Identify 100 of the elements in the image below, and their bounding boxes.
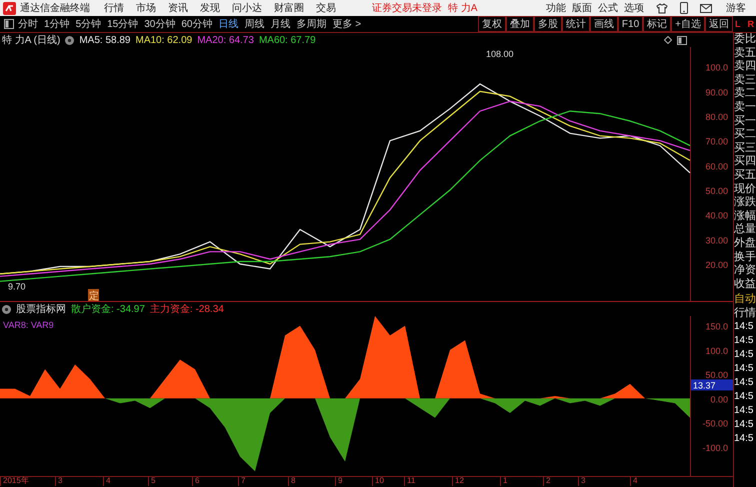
ma-reading: MA60: 67.79	[258, 34, 316, 46]
quote-field-label: 卖一	[734, 100, 756, 115]
quote-field-label: 涨跌	[734, 196, 756, 210]
axis-tick-label: 60.00	[705, 161, 728, 172]
indicator-reading: 散户资金: -34.97	[71, 302, 145, 316]
quote-field-label: 收益	[734, 278, 756, 292]
phone-icon[interactable]	[680, 2, 688, 14]
period-tab[interactable]: 5分钟	[76, 17, 102, 31]
period-tab[interactable]: 多周期	[296, 17, 326, 31]
time-axis-label: 4	[103, 476, 110, 486]
indicator-legend: VAR8: VAR9	[3, 320, 54, 330]
trade-time: 14:5	[734, 362, 754, 376]
low-price-label: 9.70	[8, 281, 26, 292]
axis-tick-label: 40.00	[705, 210, 728, 221]
quote-field-label: 买三	[734, 142, 756, 155]
trade-time: 14:5	[734, 390, 754, 404]
trade-time: 14:5	[734, 334, 754, 348]
menu-item[interactable]: 财富圈	[274, 1, 304, 15]
settings-icon[interactable]	[2, 304, 11, 314]
stock-name: 特 力A	[448, 2, 478, 15]
app-title: 通达信金融终端	[20, 2, 90, 15]
menu-item[interactable]: 发现	[200, 1, 220, 15]
toolbar-button[interactable]: +自选	[671, 16, 705, 32]
menu-item[interactable]: 行情	[104, 1, 124, 15]
chart-title: 特 力A (日线)	[2, 34, 60, 47]
period-tab[interactable]: 30分钟	[144, 17, 176, 31]
quote-field-label: 买五	[734, 168, 756, 183]
axis-tick-label: 150.0	[705, 322, 728, 332]
trade-time: 14:5	[734, 432, 754, 446]
quote-field-label: 换手	[734, 250, 756, 264]
menu-item[interactable]: 交易	[316, 1, 336, 15]
time-axis-label: 2	[543, 476, 550, 486]
quote-field-label: 净资	[734, 264, 756, 278]
toolbar-button[interactable]: 叠加	[506, 16, 534, 32]
mail-icon[interactable]	[700, 4, 712, 12]
axis-tick-label: 100.0	[705, 346, 728, 356]
axis-tick-label: 70.00	[705, 136, 728, 147]
menu-item[interactable]: 选项	[624, 1, 644, 15]
axis-tick-label: 20.00	[705, 260, 728, 270]
indicator-reading: 主力资金: -28.34	[150, 302, 224, 316]
current-value-label: 13.37	[691, 379, 733, 390]
trade-time: 14:5	[734, 404, 754, 418]
period-tab[interactable]: 日线	[218, 17, 238, 31]
menu-item[interactable]: 公式	[598, 1, 618, 15]
period-tab[interactable]: 更多 >	[332, 17, 362, 31]
toolbar-button[interactable]: 画线	[590, 16, 618, 32]
section-label: 行情	[734, 306, 756, 320]
quote-field-label: 买二	[734, 128, 756, 142]
axis-tick-label: 100.0	[705, 62, 728, 73]
axis-tick-label: 0.00	[710, 394, 728, 404]
time-axis-label: 3	[55, 476, 62, 486]
toolbar-button[interactable]: F10	[618, 16, 644, 32]
quote-field-label: 买一	[734, 114, 756, 128]
period-tab[interactable]: 1分钟	[44, 17, 70, 31]
trade-time: 14:5	[734, 418, 754, 432]
axis-tick-label: 50.00	[705, 370, 728, 380]
menu-item[interactable]: 版面	[572, 1, 592, 15]
period-tab[interactable]: 60分钟	[181, 17, 212, 31]
panel-toggle-icon[interactable]	[4, 19, 14, 29]
axis-tick-label: -100.0	[702, 442, 728, 453]
time-axis-label: 11	[404, 476, 416, 486]
window-icon[interactable]	[677, 36, 687, 44]
period-tab[interactable]: 15分钟	[107, 17, 138, 31]
time-axis-label: 12	[452, 476, 464, 486]
corner-left-label: L	[735, 19, 740, 29]
time-axis-label: 3	[578, 476, 586, 486]
quote-field-label: 外盘	[734, 236, 756, 250]
shirt-icon[interactable]	[656, 2, 668, 14]
toolbar-button[interactable]: 统计	[562, 16, 590, 32]
toolbar-button[interactable]: 复权	[478, 16, 506, 32]
period-tab[interactable]: 月线	[270, 17, 290, 31]
indicator-name: 股票指标网	[16, 302, 66, 316]
login-notice[interactable]: 证券交易未登录	[372, 1, 442, 15]
trade-time: 14:5	[734, 320, 754, 334]
menu-item[interactable]: 资讯	[168, 1, 188, 15]
marker-badge[interactable]: 定	[88, 289, 99, 301]
time-axis-label: 8	[288, 476, 296, 486]
diamond-icon[interactable]	[664, 36, 672, 44]
quote-field-label: 委比	[734, 33, 756, 47]
period-tab[interactable]: 分时	[18, 17, 38, 31]
axis-tick-label: 50.00	[705, 186, 728, 196]
toolbar-button[interactable]: 标记	[643, 16, 672, 32]
menu-item[interactable]: 问小达	[232, 1, 262, 15]
toolbar-button[interactable]: 多股	[534, 16, 562, 32]
quote-field-label: 涨幅	[734, 210, 756, 223]
toolbar-button[interactable]: 返回	[705, 16, 733, 32]
user-label[interactable]: 游客	[726, 1, 746, 15]
ma-reading: MA20: 64.73	[197, 34, 254, 46]
auto-label[interactable]: 自动	[734, 293, 756, 307]
settings-icon[interactable]	[65, 36, 74, 44]
time-axis-label: 9	[335, 476, 342, 486]
trade-time: 14:5	[734, 376, 754, 390]
quote-field-label: 卖三	[734, 74, 756, 87]
time-axis-label: 7	[238, 476, 246, 486]
menu-item[interactable]: 市场	[136, 1, 156, 15]
time-axis-label: 10	[372, 476, 384, 486]
axis-tick-label: 30.00	[705, 235, 728, 246]
menu-item[interactable]: 功能	[546, 1, 566, 15]
period-tab[interactable]: 周线	[244, 17, 264, 31]
time-axis-label: 5	[148, 476, 156, 486]
